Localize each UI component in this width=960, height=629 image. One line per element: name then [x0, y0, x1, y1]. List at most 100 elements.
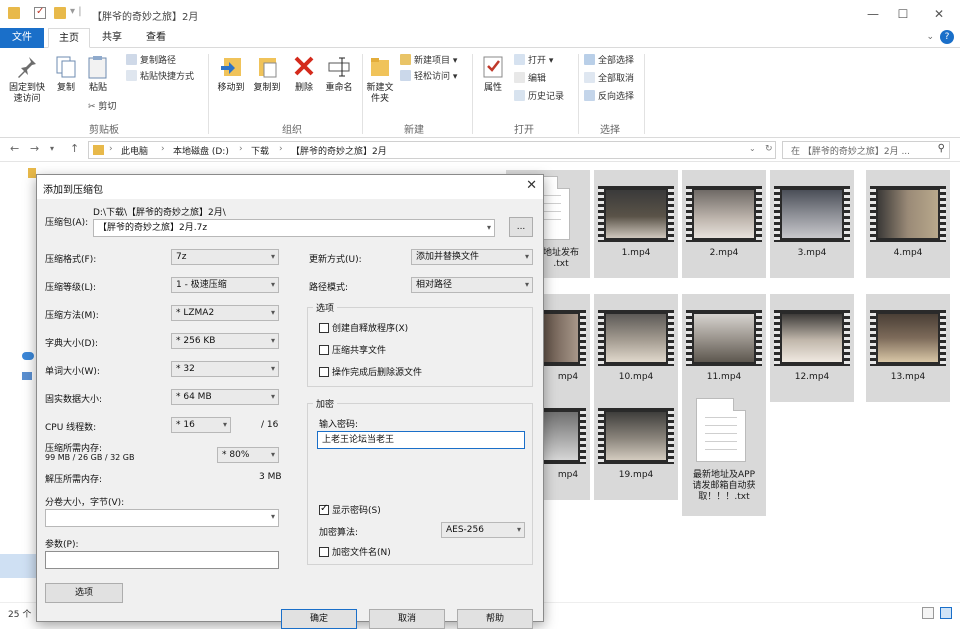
address-dropdown-icon[interactable]: ⌄	[749, 144, 756, 153]
copy-to-button[interactable]: 复制到	[250, 54, 284, 94]
options-button[interactable]: 选项	[45, 583, 123, 603]
nav-folder-icon[interactable]	[28, 168, 36, 178]
open-button[interactable]: 打开 ▾	[514, 54, 553, 68]
breadcrumb-current-folder[interactable]: 【胖爷的奇妙之旅】2月	[291, 144, 387, 157]
encrypt-names-checkbox[interactable]: 加密文件名(N)	[319, 545, 391, 558]
tab-home[interactable]: 主页	[48, 28, 90, 48]
delete-after-checkbox[interactable]: 操作完成后删除源文件	[319, 365, 422, 378]
method-select[interactable]: * LZMA2 ▾	[171, 305, 279, 321]
tab-share[interactable]: 共享	[92, 28, 132, 48]
level-select[interactable]: 1 - 极速压缩 ▾	[171, 277, 279, 293]
archive-name-combo[interactable]: 【胖爷的奇妙之旅】2月.7z ▾	[93, 219, 495, 237]
help-icon[interactable]: ?	[940, 30, 954, 44]
cpu-threads-select[interactable]: * 16 ▾	[171, 417, 231, 433]
ribbon-collapse-icon[interactable]: ⌄	[926, 32, 934, 42]
compress-shared-checkbox[interactable]: 压缩共享文件	[319, 343, 386, 356]
up-arrow-icon[interactable]: ↑	[70, 142, 79, 155]
ok-button[interactable]: 确定	[281, 609, 357, 629]
file-item[interactable]: 1.mp4	[594, 170, 678, 278]
move-to-button[interactable]: 移动到	[214, 54, 248, 94]
browse-button[interactable]: ...	[509, 217, 533, 237]
forward-arrow-icon[interactable]: →	[30, 142, 39, 155]
word-size-select[interactable]: * 32 ▾	[171, 361, 279, 377]
chevron-down-icon: ▾	[524, 280, 529, 289]
close-window-button[interactable]: ✕	[924, 4, 954, 24]
copy-path-button[interactable]: 复制路径	[126, 54, 176, 68]
file-item[interactable]: 12.mp4	[770, 294, 854, 402]
history-button[interactable]: 历史记录	[514, 90, 564, 104]
file-item[interactable]: 11.mp4	[682, 294, 766, 402]
new-folder-quick-icon[interactable]	[54, 7, 66, 19]
checkbox-box	[319, 547, 329, 557]
easy-access-button[interactable]: 轻松访问 ▾	[400, 70, 457, 84]
pin-icon	[18, 57, 36, 78]
paste-shortcut-button[interactable]: 粘贴快捷方式	[126, 70, 194, 84]
rename-button[interactable]: 重命名	[322, 54, 356, 94]
show-password-checkbox[interactable]: 显示密码(S)	[319, 503, 381, 516]
address-bar[interactable]: › 此电脑 › 本地磁盘 (D:) › 下载 › 【胖爷的奇妙之旅】2月 ⌄ ↻	[88, 141, 776, 159]
dictionary-select[interactable]: * 256 KB ▾	[171, 333, 279, 349]
nav-item-selected[interactable]	[0, 554, 36, 578]
select-none-button[interactable]: 全部取消	[584, 72, 634, 86]
file-item[interactable]: 2.mp4	[682, 170, 766, 278]
cancel-button[interactable]: 取消	[369, 609, 445, 629]
memory-detail: 99 MB / 26 GB / 32 GB	[45, 453, 135, 462]
minimize-button[interactable]: —	[858, 4, 888, 24]
create-sfx-checkbox[interactable]: 创建自释放程序(X)	[319, 321, 408, 334]
file-name: 19.mp4	[618, 470, 654, 480]
encryption-method-select[interactable]: AES-256 ▾	[441, 522, 525, 538]
help-button[interactable]: 帮助	[457, 609, 533, 629]
paste-button[interactable]: 粘贴	[84, 54, 112, 94]
video-thumbnail-icon	[686, 310, 762, 366]
file-name: 3.mp4	[797, 248, 827, 258]
maximize-button[interactable]: ☐	[888, 4, 918, 24]
details-view-icon[interactable]	[922, 607, 934, 619]
properties-quick-icon[interactable]	[34, 6, 46, 19]
path-mode-select[interactable]: 相对路径 ▾	[411, 277, 533, 293]
pin-quick-access-button[interactable]: 固定到快速访问	[6, 54, 48, 105]
onedrive-icon[interactable]	[22, 352, 34, 360]
new-folder-button[interactable]: 新建文件夹	[364, 54, 396, 105]
recent-locations-icon[interactable]: ▾	[50, 144, 54, 153]
invert-selection-button[interactable]: 反向选择	[584, 90, 634, 104]
back-arrow-icon[interactable]: ←	[10, 142, 19, 155]
format-select[interactable]: 7z ▾	[171, 249, 279, 265]
copy-to-icon	[259, 58, 277, 78]
file-item[interactable]: 3.mp4	[770, 170, 854, 278]
video-thumbnail-icon	[774, 186, 850, 242]
solid-size-select[interactable]: * 64 MB ▾	[171, 389, 279, 405]
delete-button[interactable]: 删除	[290, 54, 318, 94]
search-box[interactable]: 在 【胖爷的奇妙之旅】2月 ... ⚲	[782, 141, 950, 159]
ribbon-divider	[208, 54, 209, 134]
refresh-icon[interactable]: ↻	[765, 144, 773, 154]
item-count: 25 个	[8, 610, 32, 620]
breadcrumb-this-pc[interactable]: 此电脑	[121, 144, 148, 157]
large-icons-view-icon[interactable]	[940, 607, 952, 619]
video-thumbnail-icon	[598, 310, 674, 366]
dialog-close-button[interactable]: ✕	[526, 178, 537, 193]
password-input[interactable]: 上老王论坛当老王	[317, 431, 525, 449]
breadcrumb-downloads[interactable]: 下载	[251, 144, 269, 157]
rename-icon	[328, 57, 350, 77]
update-mode-select[interactable]: 添加并替换文件 ▾	[411, 249, 533, 265]
tab-file[interactable]: 文件	[0, 28, 44, 48]
copy-button[interactable]: 复制	[52, 54, 80, 94]
split-volume-combo[interactable]: ▾	[45, 509, 279, 527]
new-item-icon	[400, 54, 411, 65]
edit-button[interactable]: 编辑	[514, 72, 546, 86]
breadcrumb-local-disk[interactable]: 本地磁盘 (D:)	[173, 144, 229, 157]
file-item[interactable]: 13.mp4	[866, 294, 950, 402]
file-item[interactable]: 4.mp4	[866, 170, 950, 278]
new-item-button[interactable]: 新建项目 ▾	[400, 54, 457, 68]
quick-access-dropdown-icon[interactable]: ▾ |	[70, 6, 82, 17]
file-item[interactable]: 19.mp4	[594, 392, 678, 500]
parameters-input[interactable]	[45, 551, 279, 569]
select-all-button[interactable]: 全部选择	[584, 54, 634, 68]
file-item[interactable]: 最新地址及APP请发邮箱自动获取！！！.txt	[682, 392, 766, 516]
tab-view[interactable]: 查看	[136, 28, 176, 48]
file-item[interactable]: 10.mp4	[594, 294, 678, 402]
properties-button[interactable]: 属性	[478, 54, 508, 94]
memory-select[interactable]: * 80% ▾	[217, 447, 279, 463]
nav-item-icon[interactable]	[22, 372, 32, 380]
cut-button[interactable]: ✂ 剪切	[88, 100, 116, 114]
